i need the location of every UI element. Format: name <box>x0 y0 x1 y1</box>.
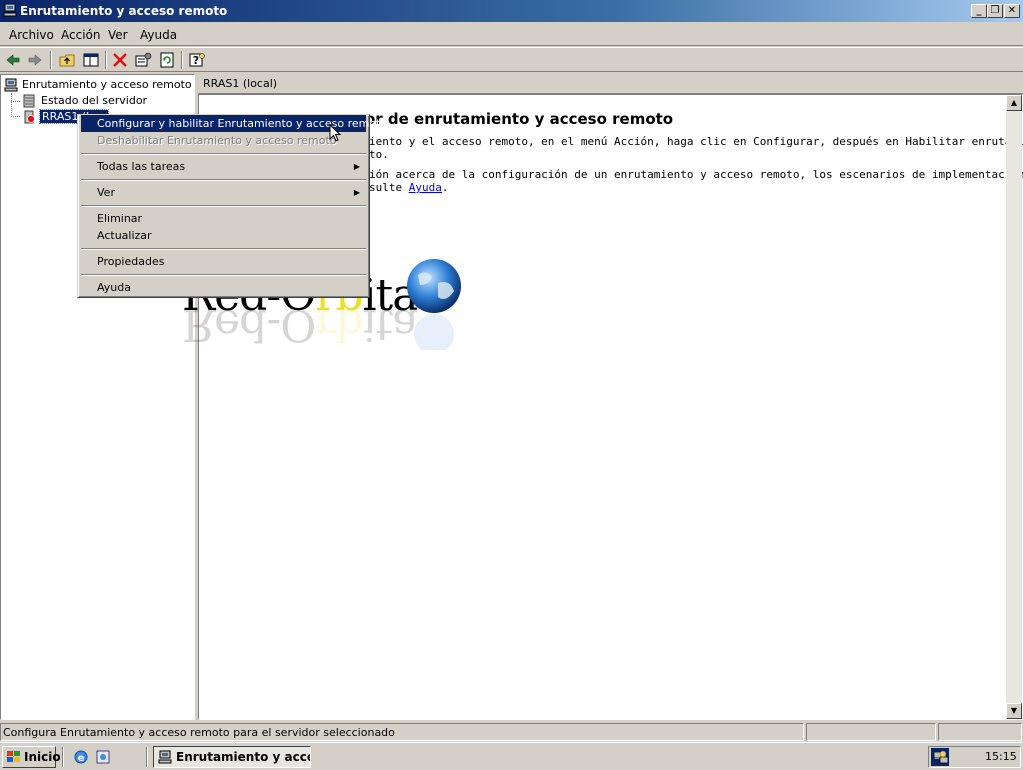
menu-ayuda[interactable]: Ayuda <box>140 28 177 42</box>
show-desktop-icon[interactable] <box>95 749 111 765</box>
tree-root-label[interactable]: Enrutamiento y acceso remoto <box>22 78 192 91</box>
minimize-button[interactable]: _ <box>971 4 987 18</box>
instructions-line-2: to. <box>369 148 389 161</box>
svg-text:e: e <box>78 753 85 764</box>
menu-item-view-label: Ver <box>97 186 115 199</box>
server-down-icon <box>24 110 35 124</box>
svg-text:Red-Orbita: Red-Orbita <box>182 299 417 350</box>
network-icon[interactable] <box>933 749 949 765</box>
help-icon[interactable]: ? <box>187 51 207 69</box>
title-bar[interactable]: Enrutamiento y acceso remoto _ ❐ ✕ <box>0 0 1023 22</box>
menu-separator <box>81 274 366 276</box>
status-text: Configura Enrutamiento y acceso remoto p… <box>0 723 804 741</box>
taskbar-separator <box>62 747 64 767</box>
internet-explorer-icon[interactable]: e <box>73 749 89 765</box>
result-pane-title: RRAS1 (local) <box>203 77 278 90</box>
toolbar: ? <box>0 47 1023 72</box>
taskbar: Inicio e Enrutamiento y acces... ES 15:1… <box>0 742 1023 770</box>
menu-accion[interactable]: Acción <box>61 28 100 42</box>
routing-root-icon <box>4 78 18 92</box>
mouse-cursor-icon <box>329 124 342 142</box>
scroll-down-button[interactable]: ▼ <box>1006 703 1022 719</box>
info-line-2-suffix: . <box>441 181 449 194</box>
menu-item-properties-label: Propiedades <box>97 255 165 268</box>
menu-item-all-tasks-label: Todas las tareas <box>97 160 186 173</box>
menu-item-delete[interactable]: Eliminar <box>81 210 366 227</box>
toolbar-separator <box>181 51 183 69</box>
menu-separator <box>81 248 366 250</box>
scroll-up-button[interactable]: ▲ <box>1006 95 1022 111</box>
tree-item-server-status[interactable]: Estado del servidor <box>41 94 147 107</box>
menu-separator <box>81 179 366 181</box>
info-line-1: ión acerca de la configuración de un enr… <box>369 168 1023 181</box>
menu-item-all-tasks[interactable]: Todas las tareas ▶ <box>81 158 366 175</box>
submenu-arrow-icon: ▶ <box>353 162 360 171</box>
system-tray: 15:15 <box>928 746 1021 768</box>
forward-icon[interactable] <box>25 51 45 69</box>
start-label: Inicio <box>24 750 61 764</box>
menu-separator <box>81 153 366 155</box>
help-link[interactable]: Ayuda <box>409 181 442 194</box>
menu-item-refresh-label: Actualizar <box>97 229 152 242</box>
refresh-icon[interactable] <box>157 51 177 69</box>
close-button[interactable]: ✕ <box>1004 4 1020 18</box>
menu-item-help-label: Ayuda <box>97 281 131 294</box>
info-line-2-prefix: sulte <box>369 181 409 194</box>
show-hide-console-tree-icon[interactable] <box>81 51 101 69</box>
instructions-line-1: iento y el acceso remoto, en el menú Acc… <box>369 135 1023 148</box>
context-menu: Configurar y habilitar Enrutamiento y ac… <box>77 114 387 298</box>
delete-icon[interactable] <box>110 51 130 69</box>
status-panel <box>938 723 1022 741</box>
menu-bar: Archivo Acción Ver Ayuda <box>0 24 1023 46</box>
menu-item-configure-enable-label: Configurar y habilitar Enrutamiento y ac… <box>97 117 388 130</box>
menu-archivo[interactable]: Archivo <box>9 28 54 42</box>
routing-app-icon <box>3 3 17 17</box>
menu-separator <box>81 205 366 207</box>
tree-connector <box>11 93 12 117</box>
menu-item-delete-label: Eliminar <box>97 212 143 225</box>
back-icon[interactable] <box>3 51 23 69</box>
instructions-paragraph: iento y el acceso remoto, en el menú Acc… <box>369 135 1023 161</box>
menu-item-help[interactable]: Ayuda <box>81 279 366 296</box>
taskbar-window-button[interactable]: Enrutamiento y acces... <box>153 746 311 768</box>
menu-item-refresh[interactable]: Actualizar <box>81 227 366 244</box>
windows-logo-icon <box>7 751 20 762</box>
vertical-scrollbar[interactable]: ▲ ▼ <box>1006 95 1022 719</box>
maximize-button[interactable]: ❐ <box>987 4 1003 18</box>
menu-item-properties[interactable]: Propiedades <box>81 253 366 270</box>
menu-item-disable-label: Deshabilitar Enrutamiento y acceso remot… <box>97 134 337 147</box>
toolbar-separator <box>50 51 52 69</box>
status-bar: Configura Enrutamiento y acceso remoto p… <box>0 722 1023 742</box>
taskbar-separator <box>146 747 148 767</box>
info-paragraph: ión acerca de la configuración de un enr… <box>369 168 1023 194</box>
menu-item-disable: Deshabilitar Enrutamiento y acceso remot… <box>81 132 366 149</box>
status-panel <box>806 723 936 741</box>
start-button[interactable]: Inicio <box>2 746 61 768</box>
tree-connector <box>11 101 20 102</box>
menu-item-view[interactable]: Ver ▶ <box>81 184 366 201</box>
svg-text:?: ? <box>193 54 199 67</box>
welcome-heading: or de enrutamiento y acceso remoto <box>365 110 674 128</box>
menu-item-configure-enable[interactable]: Configurar y habilitar Enrutamiento y ac… <box>81 115 387 132</box>
server-status-icon <box>23 94 35 108</box>
info-line-2: sulte Ayuda. <box>369 181 1023 194</box>
properties-icon[interactable] <box>133 51 153 69</box>
up-folder-icon[interactable] <box>57 51 77 69</box>
clock[interactable]: 15:15 <box>985 750 1017 763</box>
toolbar-separator <box>105 51 107 69</box>
result-pane-header: RRAS1 (local) <box>198 74 1023 94</box>
tree-connector <box>11 116 20 117</box>
menu-ver[interactable]: Ver <box>108 28 128 42</box>
window-title: Enrutamiento y acceso remoto <box>20 4 228 18</box>
routing-app-icon <box>158 750 172 764</box>
submenu-arrow-icon: ▶ <box>353 188 360 197</box>
taskbar-window-label: Enrutamiento y acces... <box>176 750 310 764</box>
